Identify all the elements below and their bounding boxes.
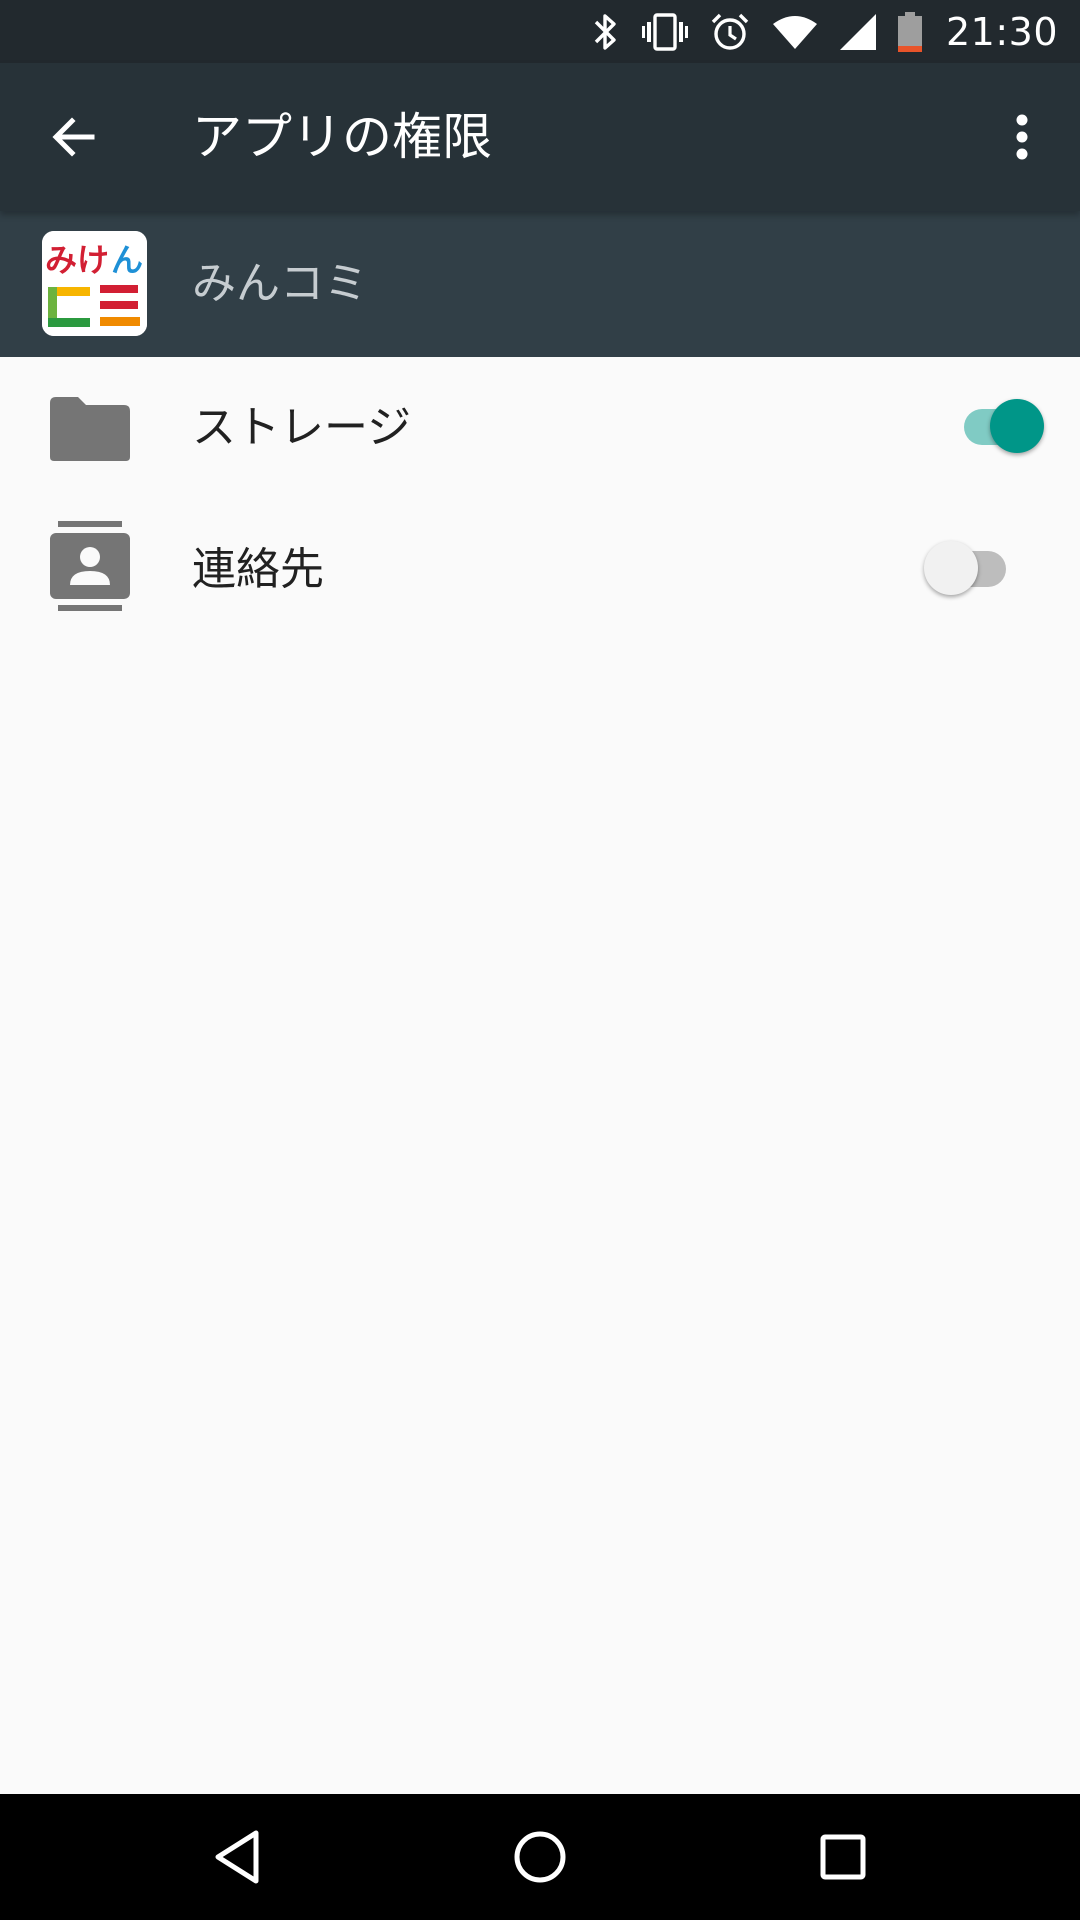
back-button[interactable] <box>28 91 120 183</box>
svg-text:ん: ん <box>111 241 143 279</box>
cell-signal-icon <box>839 13 876 50</box>
contacts-icon <box>48 519 132 619</box>
page-title: アプリの権限 <box>192 108 492 166</box>
folder-icon <box>48 393 132 463</box>
toggle-thumb <box>924 541 978 595</box>
toggle-thumb <box>990 399 1044 453</box>
battery-icon <box>897 11 922 52</box>
nav-recents-button[interactable] <box>798 1812 888 1902</box>
nav-back-button[interactable] <box>192 1812 282 1902</box>
vibrate-icon <box>641 12 688 51</box>
storage-toggle[interactable] <box>944 397 1044 457</box>
contacts-toggle[interactable] <box>920 539 1020 599</box>
status-icons: 21:30 <box>570 0 1058 63</box>
app-name: みんコミ <box>192 258 368 309</box>
recents-square-icon <box>820 1834 866 1880</box>
home-circle-icon <box>514 1831 566 1883</box>
permission-row-storage[interactable]: ストレージ <box>0 357 1080 499</box>
permission-label: ストレージ <box>192 402 412 453</box>
more-options-button[interactable] <box>976 91 1068 183</box>
svg-text:み: み <box>45 241 77 279</box>
status-time: 21:30 <box>945 9 1058 54</box>
app-icon: み け ん <box>42 231 147 336</box>
back-triangle-icon <box>215 1830 259 1884</box>
svg-text:け: け <box>77 241 109 279</box>
permission-label: 連絡先 <box>192 544 324 595</box>
toolbar: アプリの権限 <box>0 63 1080 211</box>
navigation-bar <box>0 1794 1080 1920</box>
bluetooth-icon <box>592 12 620 52</box>
nav-home-button[interactable] <box>495 1812 585 1902</box>
permission-row-contacts[interactable]: 連絡先 <box>0 499 1080 641</box>
alarm-icon <box>710 12 750 52</box>
app-permissions-screen: 21:30 アプリの権限 み け ん みんコミ ストレージ 連絡先 <box>0 0 1080 1920</box>
app-header: み け ん みんコミ <box>0 211 1080 357</box>
status-bar: 21:30 <box>0 0 1080 63</box>
arrow-back-icon <box>52 117 95 157</box>
wifi-icon <box>772 14 818 50</box>
more-vert-icon <box>1016 114 1028 160</box>
